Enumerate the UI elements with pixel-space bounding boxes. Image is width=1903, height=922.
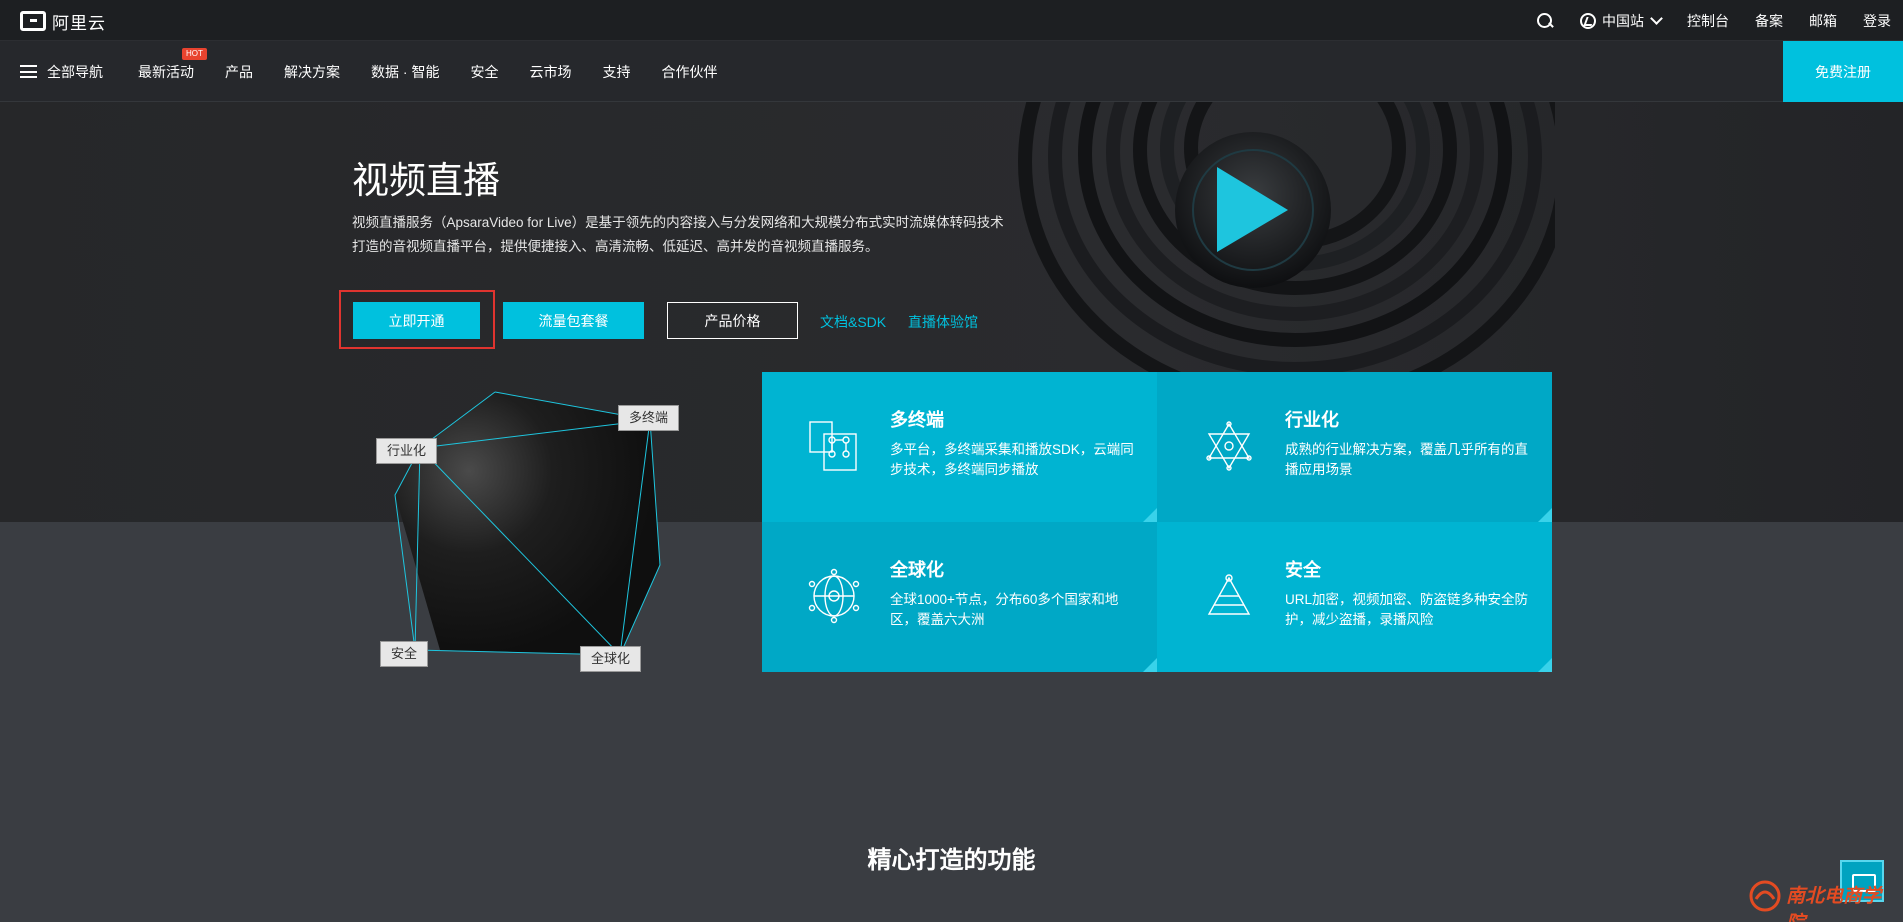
feature-description: URL加密，视频加密、防盗链多种安全防护，减少盗播，录播风险: [1285, 592, 1529, 627]
nav-item-products[interactable]: 产品: [225, 62, 253, 82]
page-title: 视频直播: [352, 160, 500, 201]
watermark-emblem-icon: [1749, 880, 1781, 912]
traffic-package-button[interactable]: 流量包套餐: [503, 302, 644, 339]
icp-filing-link[interactable]: 备案: [1755, 11, 1783, 31]
logo-text: 阿里云: [52, 13, 106, 33]
feature-title: 行业化: [1285, 410, 1339, 430]
aliyun-logo[interactable]: 阿里云: [20, 9, 106, 33]
nav-item-marketplace[interactable]: 云市场: [529, 62, 571, 82]
diagram-tag-industry: 行业化: [376, 438, 438, 464]
diagram-tag-multi-terminal: 多终端: [618, 405, 680, 431]
nav-item-solutions[interactable]: 解决方案: [284, 62, 340, 82]
aliyun-logo-icon: [20, 11, 46, 31]
all-navigation-button[interactable]: 全部导航: [20, 41, 103, 102]
nav-item-data-intelligence[interactable]: 数据 · 智能: [371, 62, 439, 82]
globe-network-icon: [808, 568, 860, 624]
product-pricing-button[interactable]: 产品价格: [667, 302, 798, 339]
region-label: 中国站: [1602, 12, 1644, 29]
region-selector[interactable]: 中国站: [1580, 11, 1663, 31]
watermark-logo: 南北电商学院: [1748, 877, 1898, 922]
mail-link[interactable]: 邮箱: [1809, 11, 1837, 31]
diagram-tag-global: 全球化: [580, 646, 642, 672]
activate-now-button[interactable]: 立即开通: [353, 302, 480, 339]
multi-terminal-icon: [809, 421, 857, 471]
docs-sdk-link[interactable]: 文档&SDK: [820, 312, 886, 332]
menu-icon: [20, 65, 37, 78]
nav-item-latest-activities[interactable]: 最新活动 HOT: [138, 47, 207, 82]
console-link[interactable]: 控制台: [1687, 11, 1729, 31]
top-right-links: 中国站 控制台 备案 邮箱 登录: [1510, 0, 1891, 41]
main-nav: 全部导航 最新活动 HOT 产品 解决方案 数据 · 智能 安全 云市场 支持 …: [0, 41, 1903, 102]
feature-card-security[interactable]: 安全 URL加密，视频加密、防盗链多种安全防护，减少盗播，录播风险: [1157, 522, 1552, 672]
pyramid-icon: [1207, 574, 1251, 615]
watermark-text: 南北电商学院: [1786, 885, 1882, 922]
feature-description: 成熟的行业解决方案，覆盖几乎所有的直播应用场景: [1285, 442, 1528, 477]
search-icon: [1536, 12, 1554, 30]
hero-rings-art: [995, 102, 1555, 372]
feature-card-industry[interactable]: 行业化 成熟的行业解决方案，覆盖几乎所有的直播应用场景: [1157, 372, 1552, 522]
login-link[interactable]: 登录: [1863, 11, 1891, 31]
feature-corner-marker: [1143, 508, 1157, 522]
nav-item-security[interactable]: 安全: [470, 62, 498, 82]
nav-item-partners[interactable]: 合作伙伴: [661, 62, 717, 82]
feature-description: 全球1000+节点，分布60多个国家和地区，覆盖六大洲: [890, 592, 1119, 627]
feature-corner-marker: [1143, 658, 1157, 672]
nav-item-support[interactable]: 支持: [602, 62, 630, 82]
nav-items: 最新活动 HOT 产品 解决方案 数据 · 智能 安全 云市场 支持 合作伙伴: [138, 41, 748, 102]
free-register-button[interactable]: 免费注册: [1783, 41, 1903, 102]
globe-icon: [1580, 12, 1596, 29]
hero-description: 视频直播服务（ApsaraVideo for Live）是基于领先的内容接入与分…: [352, 215, 1004, 254]
nav-item-label: 最新活动: [138, 63, 194, 80]
feature-grid: 多终端 多平台，多终端采集和播放SDK，云端同步技术，多终端同步播放 行业化 成…: [762, 372, 1552, 672]
feature-corner-marker: [1538, 658, 1552, 672]
live-experience-link[interactable]: 直播体验馆: [908, 312, 978, 332]
feature-card-multi-terminal[interactable]: 多终端 多平台，多终端采集和播放SDK，云端同步技术，多终端同步播放: [762, 372, 1157, 522]
feature-card-global[interactable]: 全球化 全球1000+节点，分布60多个国家和地区，覆盖六大洲: [762, 522, 1157, 672]
chevron-down-icon: [1650, 11, 1663, 25]
diagram-tag-security: 安全: [380, 641, 429, 667]
hot-badge: HOT: [182, 47, 207, 60]
feature-title: 安全: [1285, 560, 1321, 580]
top-bar: 阿里云 中国站 控制台 备案 邮箱 登录: [0, 0, 1903, 41]
feature-title: 全球化: [890, 560, 944, 580]
feature-description: 多平台，多终端采集和播放SDK，云端同步技术，多终端同步播放: [890, 442, 1134, 477]
industry-icon: [1206, 421, 1252, 471]
search-button[interactable]: [1536, 12, 1554, 30]
feature-title: 多终端: [890, 410, 944, 430]
all-navigation-label: 全部导航: [47, 63, 103, 80]
feature-polyhedron-diagram: 多终端 行业化 安全 全球化: [360, 380, 720, 700]
feature-corner-marker: [1538, 508, 1552, 522]
section-title: 精心打造的功能: [867, 847, 1036, 874]
